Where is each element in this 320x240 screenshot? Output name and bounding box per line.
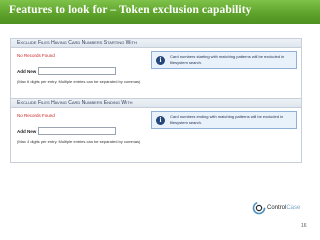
panel-header-title: Exclude Files Having Card Numbers Ending… bbox=[17, 100, 133, 106]
slide-title: Features to look for – Token exclusion c… bbox=[9, 4, 252, 16]
add-new-input[interactable] bbox=[38, 67, 116, 75]
slide-title-bar: Features to look for – Token exclusion c… bbox=[0, 0, 320, 24]
company-logo: ControlCase bbox=[252, 201, 310, 215]
logo-text-case: Case bbox=[286, 205, 301, 211]
no-records-message: No Records Found bbox=[17, 53, 55, 58]
info-text: Card numbers ending with matching patter… bbox=[170, 114, 284, 125]
info-text: Card numbers starting with matching patt… bbox=[170, 54, 285, 65]
panel-header[interactable]: Exclude Files Having Card Numbers Starti… bbox=[11, 39, 301, 48]
page-number: 16 bbox=[301, 223, 307, 229]
entry-hint: (Max 6 digits per entry. Multiple entrie… bbox=[17, 79, 141, 84]
info-icon: i bbox=[156, 116, 165, 125]
panel-header[interactable]: Exclude Files Having Card Numbers Ending… bbox=[11, 99, 301, 108]
info-box: i Card numbers ending with matching patt… bbox=[151, 111, 297, 129]
info-icon: i bbox=[156, 56, 165, 65]
logo-text-control: Control bbox=[267, 205, 287, 211]
starting-with-panel: Exclude Files Having Card Numbers Starti… bbox=[10, 38, 302, 103]
add-new-input[interactable] bbox=[38, 127, 116, 135]
info-box: i Card numbers starting with matching pa… bbox=[151, 51, 297, 69]
entry-hint: (Max 4 digits per entry. Multiple entrie… bbox=[17, 139, 141, 144]
no-records-message: No Records Found bbox=[17, 113, 55, 118]
panel-header-title: Exclude Files Having Card Numbers Starti… bbox=[17, 40, 137, 46]
add-new-label: Add New bbox=[17, 129, 37, 134]
controlcase-logo-icon bbox=[252, 201, 266, 215]
logo-wordmark: ControlCase bbox=[267, 203, 300, 213]
ending-with-panel: Exclude Files Having Card Numbers Ending… bbox=[10, 98, 302, 163]
add-new-label: Add New bbox=[17, 69, 37, 74]
